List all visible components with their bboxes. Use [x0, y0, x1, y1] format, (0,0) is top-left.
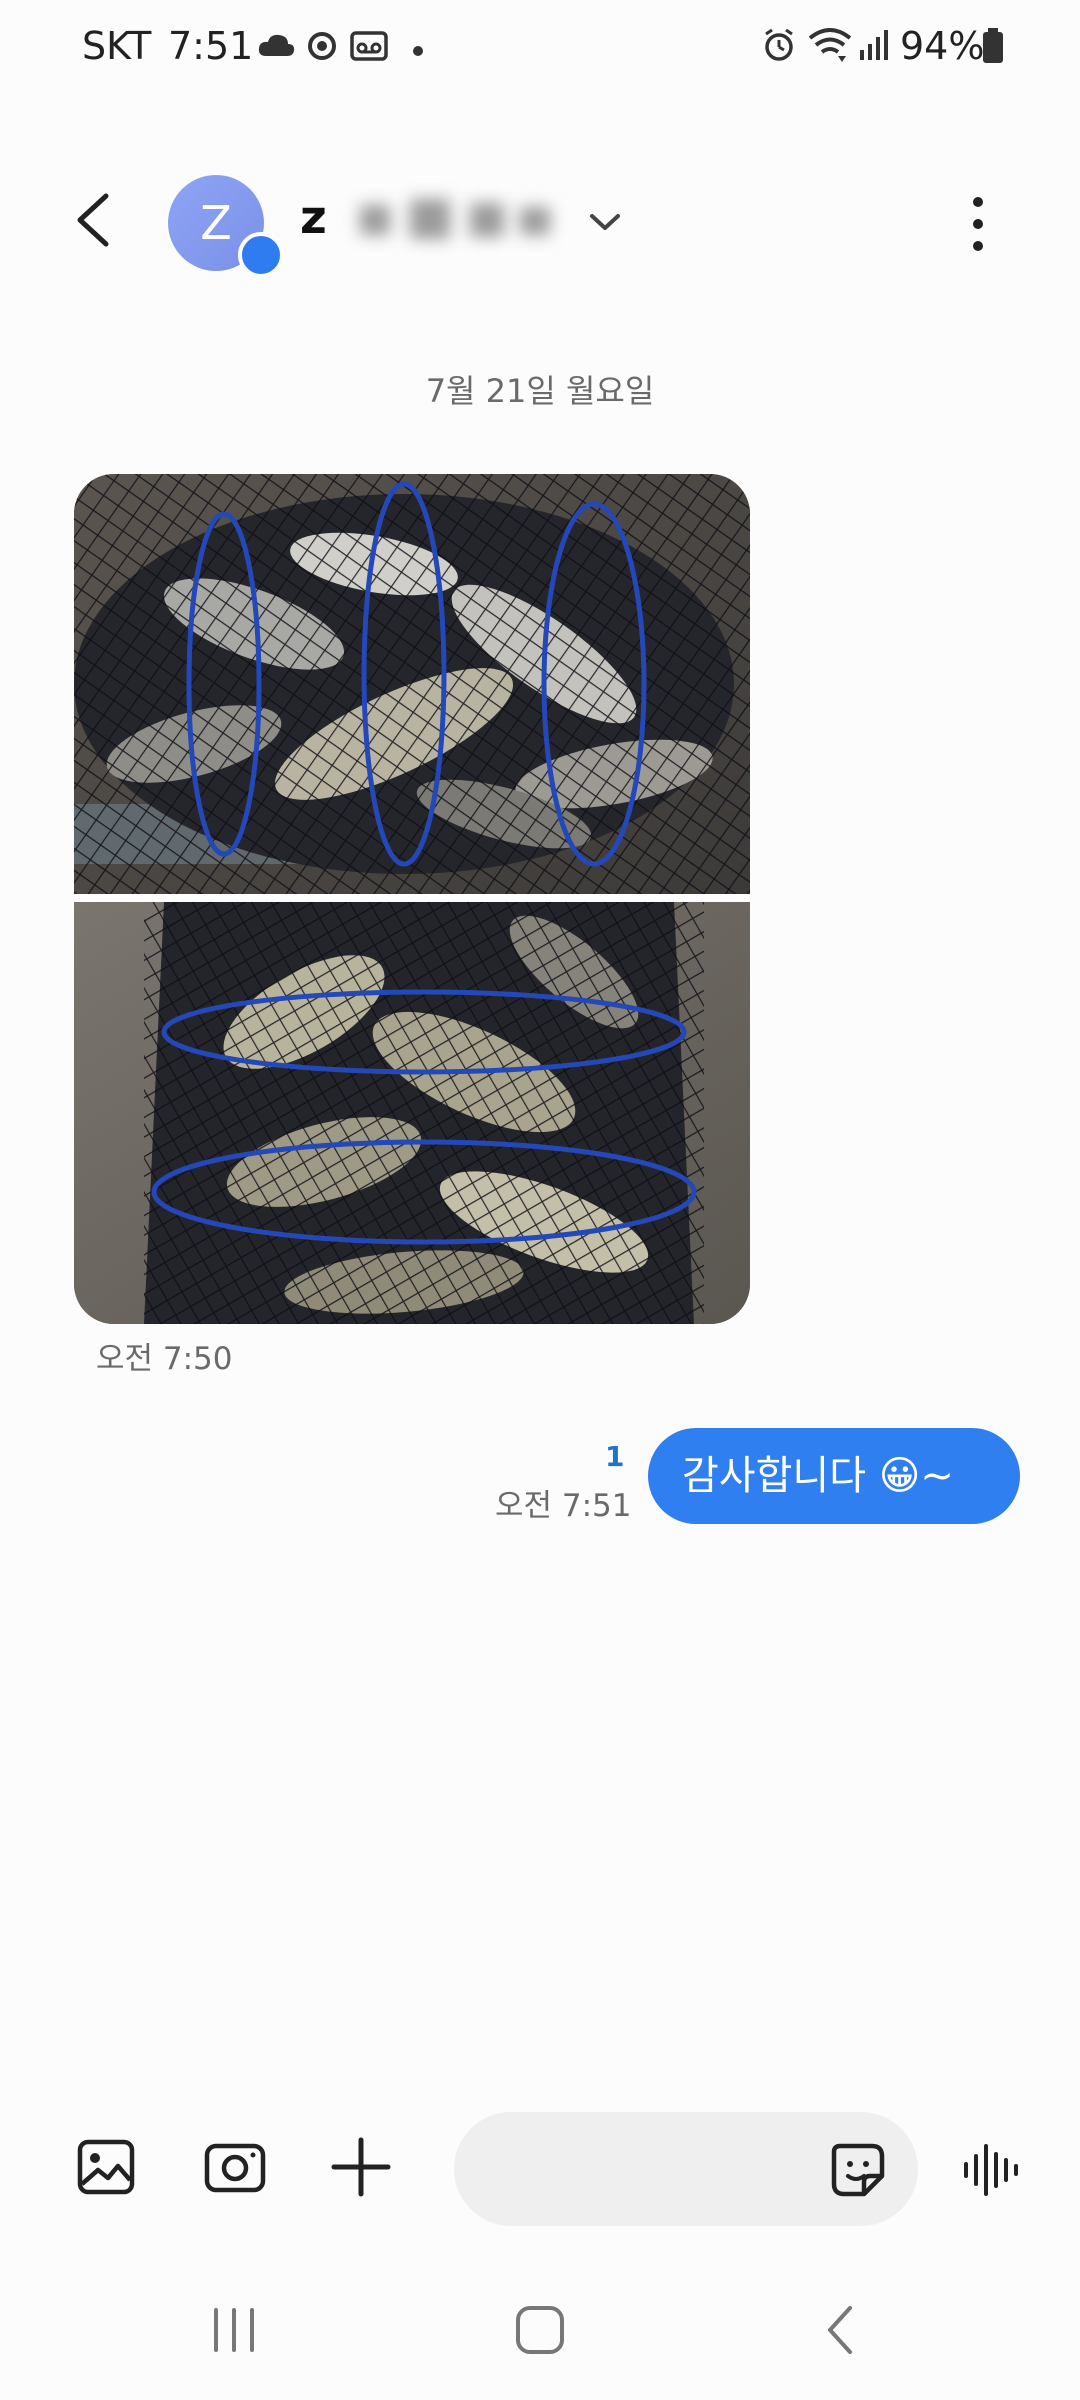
outgoing-message-time: 오전 7:51 [495, 1488, 632, 1524]
camera-icon [204, 2143, 266, 2193]
contact-dropdown-button[interactable] [580, 200, 630, 244]
attach-button[interactable] [324, 2130, 398, 2204]
nav-back-button[interactable] [802, 2300, 882, 2360]
battery-percent: 94% [900, 24, 985, 68]
plus-icon [331, 2137, 391, 2197]
unread-count: 1 [605, 1440, 625, 1473]
status-bar: SKT 7:51 94% [0, 0, 1080, 100]
contact-name[interactable]: z [300, 190, 327, 244]
chat-badge-icon [238, 232, 284, 278]
date-divider: 7월 21일 월요일 [425, 372, 655, 410]
message-input-container[interactable] [454, 2112, 918, 2226]
contact-name-redaction [350, 185, 570, 255]
cloud-icon [256, 30, 296, 64]
chevron-down-icon [590, 214, 620, 230]
more-options-button[interactable] [955, 190, 1001, 260]
back-button[interactable] [60, 180, 130, 260]
incoming-message-time: 오전 7:50 [96, 1341, 233, 1377]
sticker-icon [831, 2143, 885, 2197]
notification-dot-icon [412, 42, 424, 61]
gallery-button[interactable] [70, 2130, 144, 2204]
alarm-icon [762, 28, 796, 66]
voice-record-button[interactable] [960, 2140, 1024, 2200]
fish-net-photo-bottom[interactable] [74, 902, 750, 1324]
more-vertical-icon [973, 197, 983, 251]
outgoing-message-text: 감사합니다 😀~ [682, 1453, 954, 1499]
recent-apps-button[interactable] [196, 2300, 276, 2360]
image-icon [77, 2139, 135, 2195]
battery-icon [982, 28, 1004, 68]
carrier-label: SKT [82, 24, 152, 68]
nav-back-icon [828, 2306, 852, 2354]
home-button[interactable] [500, 2300, 580, 2360]
target-icon [306, 30, 338, 66]
signal-icon [858, 28, 890, 66]
camera-button[interactable] [198, 2130, 272, 2204]
message-input[interactable] [490, 2134, 834, 2206]
status-time: 7:51 [168, 24, 254, 68]
voice-wave-icon [964, 2144, 1018, 2196]
wifi-icon [808, 26, 852, 68]
sticker-button[interactable] [826, 2138, 890, 2202]
fish-net-photo-top[interactable] [74, 474, 750, 894]
home-icon [516, 2306, 564, 2354]
voicemail-icon [350, 30, 388, 66]
recent-apps-icon [214, 2308, 254, 2352]
outgoing-message-bubble[interactable]: 감사합니다 😀~ [648, 1428, 1020, 1524]
back-arrow-icon [77, 193, 109, 247]
incoming-photo-message[interactable] [74, 474, 750, 1324]
